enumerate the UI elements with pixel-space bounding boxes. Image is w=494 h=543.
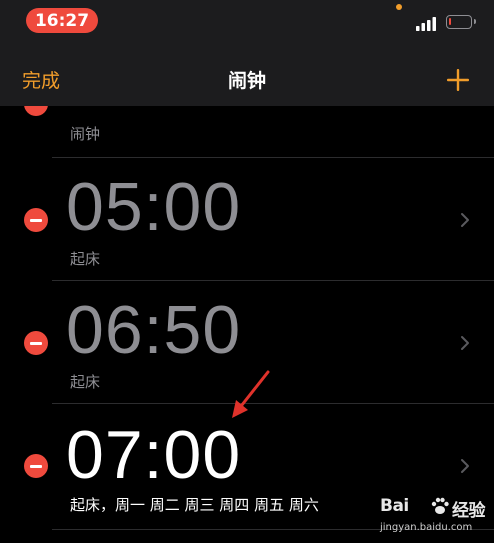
battery-level xyxy=(449,18,451,25)
delete-alarm-icon[interactable] xyxy=(24,106,48,116)
delete-alarm-icon[interactable] xyxy=(24,454,48,478)
baidu-jingyan-watermark: Bai 经验 jingyan.baidu.com xyxy=(380,490,490,540)
status-bar: 16:27 xyxy=(0,0,494,44)
page-title: 闹钟 xyxy=(227,70,266,92)
alarm-label: 闹钟 xyxy=(70,125,101,143)
alarm-label: 起床 xyxy=(70,373,101,391)
battery-icon xyxy=(446,15,476,29)
plus-icon xyxy=(447,69,469,91)
alarm-time: 07:00 xyxy=(66,417,242,493)
alarm-time: 05:00 xyxy=(66,169,242,245)
alarm-label: 起床，周一 周二 周三 周四 周五 周六 xyxy=(70,496,319,514)
alarm-label: 起床 xyxy=(70,250,101,268)
delete-alarm-icon[interactable] xyxy=(24,208,48,232)
watermark-url: jingyan.baidu.com xyxy=(380,522,473,533)
alarm-time-partial xyxy=(66,106,236,110)
alarm-time: 06:50 xyxy=(66,292,242,368)
watermark-brand-right: 经验 xyxy=(452,501,486,521)
delete-alarm-icon[interactable] xyxy=(24,331,48,355)
chevron-right-icon[interactable] xyxy=(460,458,470,474)
privacy-indicator-dot xyxy=(396,4,402,10)
navigation-bar: 完成 闹钟 xyxy=(0,44,494,106)
add-alarm-button[interactable] xyxy=(446,68,470,92)
paw-logo-icon xyxy=(431,497,449,514)
watermark-brand-left: Bai xyxy=(380,496,409,516)
status-time[interactable]: 16:27 xyxy=(26,8,98,33)
alarm-row[interactable]: 闹钟 xyxy=(0,106,494,158)
alarm-row[interactable]: 06:50 起床 xyxy=(0,281,494,404)
chevron-right-icon[interactable] xyxy=(460,335,470,351)
alarm-list[interactable]: 闹钟 05:00 起床 06:50 起床 07:00 起床，周一 周二 周三 周… xyxy=(0,106,494,543)
alarm-row[interactable]: 05:00 起床 xyxy=(0,158,494,281)
cellular-signal-icon xyxy=(416,17,436,31)
chevron-right-icon[interactable] xyxy=(460,212,470,228)
